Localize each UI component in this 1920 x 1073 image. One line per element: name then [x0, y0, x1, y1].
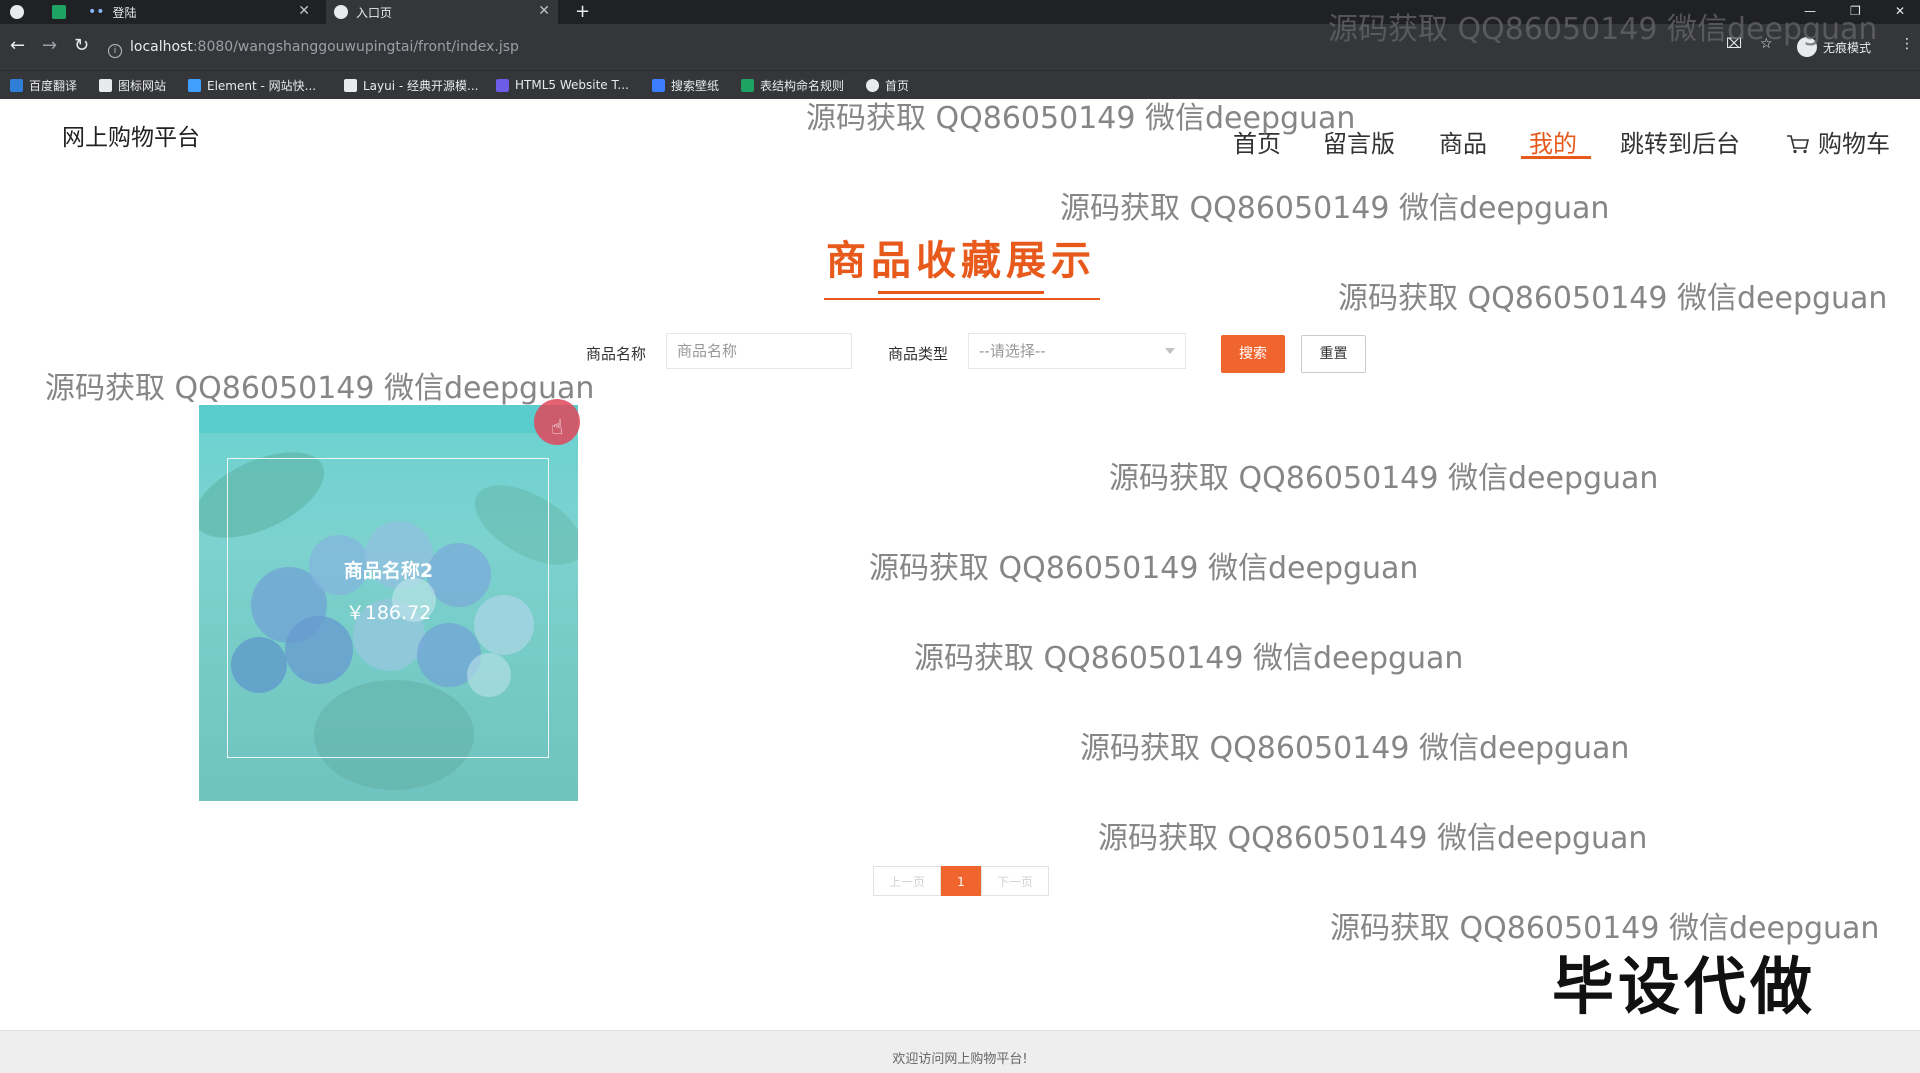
title-underline: [824, 298, 1100, 300]
nav-cart[interactable]: 购物车: [1786, 124, 1890, 159]
tab-title: 入口页: [356, 5, 393, 20]
tab-browser[interactable]: [10, 0, 36, 24]
nav-mine[interactable]: 我的: [1529, 124, 1577, 159]
browser-icon: [10, 5, 24, 19]
bookmark-label: Layui - 经典开源模...: [363, 78, 479, 93]
close-window-icon[interactable]: ✕: [1895, 0, 1905, 24]
wallpaper-icon: [652, 78, 665, 92]
reset-button[interactable]: 重置: [1301, 335, 1366, 373]
forward-icon[interactable]: →: [42, 36, 57, 56]
bookmark-label: 搜索壁纸: [671, 78, 720, 93]
url-host: localhost: [130, 39, 193, 55]
element-icon: [188, 78, 201, 92]
close-icon[interactable]: ✕: [298, 3, 310, 19]
bookmark-label: 图标网站: [118, 78, 167, 93]
bookmark-label: Element - 网站快...: [207, 78, 317, 93]
footer-text: 欢迎访问网上购物平台!: [892, 1052, 1028, 1067]
incognito-label: 无痕模式: [1823, 40, 1872, 55]
url-path: :8080/wangshanggouwupingtai/front/index.…: [192, 39, 519, 55]
tab-entry-page[interactable]: 入口页 ✕: [326, 0, 558, 24]
url-field[interactable]: i localhost:8080/wangshanggouwupingtai/fr…: [108, 34, 1708, 60]
page-1-button[interactable]: 1: [941, 866, 981, 896]
watermark: 源码获取 QQ86050149 微信deepguan: [45, 371, 595, 406]
watermark: 源码获取 QQ86050149 微信deepguan: [1338, 281, 1888, 316]
star-icon[interactable]: ☆: [1760, 36, 1773, 52]
translate-icon[interactable]: ⌧: [1726, 36, 1742, 52]
bookmark-item[interactable]: Element - 网站快...: [188, 71, 316, 99]
nav-admin[interactable]: 跳转到后台: [1620, 124, 1740, 159]
bookmark-item[interactable]: 百度翻译: [10, 71, 77, 99]
incognito-icon: [1797, 37, 1817, 57]
bookmark-label: 表结构命名规则: [760, 78, 845, 93]
promo-stamp: 毕设代做: [1551, 949, 1817, 1024]
tab-login[interactable]: •• 登陆 ✕: [88, 0, 318, 24]
browser-tab-bar: •• 登陆 ✕ 入口页 ✕ + — ❐ ✕: [0, 0, 1920, 24]
site-logo[interactable]: 网上购物平台: [62, 118, 200, 152]
cart-label: 购物车: [1818, 130, 1890, 158]
reload-icon[interactable]: ↻: [74, 36, 89, 56]
nav-products[interactable]: 商品: [1439, 124, 1487, 159]
green-app-icon: [52, 5, 66, 19]
next-page-button[interactable]: 下一页: [981, 866, 1049, 896]
tab-title: 登陆: [112, 5, 137, 20]
bookmark-label: HTML5 Website T...: [515, 78, 629, 92]
bookmark-label: 首页: [885, 78, 910, 93]
watermark: 源码获取 QQ86050149 微信deepguan: [1109, 461, 1659, 496]
bookmark-item[interactable]: 首页: [866, 71, 909, 99]
globe-icon: [334, 5, 348, 19]
section-title: 商品收藏展示: [826, 238, 1096, 284]
product-name: 商品名称2: [343, 560, 434, 582]
hand-cursor-icon: ☝: [551, 415, 564, 439]
menu-icon[interactable]: ⋮: [1900, 36, 1914, 52]
pagination: 上一页 1 下一页: [873, 866, 1049, 898]
product-price: ￥186.72: [345, 602, 432, 624]
nav-home[interactable]: 首页: [1233, 124, 1281, 159]
cart-icon: [1787, 135, 1810, 154]
bookmarks-bar: 百度翻译 图标网站 Element - 网站快... Layui - 经典开源模…: [0, 70, 1920, 99]
globe-icon: [866, 78, 879, 92]
prev-page-button[interactable]: 上一页: [873, 866, 941, 896]
dots-icon: ••: [88, 4, 105, 20]
translate-bookmark-icon: [10, 78, 23, 92]
info-icon[interactable]: i: [108, 44, 122, 58]
product-type-selected: --请选择--: [979, 342, 1046, 360]
product-type-select[interactable]: --请选择--: [968, 333, 1186, 369]
nav-active-underline: [1521, 156, 1591, 159]
watermark: 源码获取 QQ86050149 微信deepguan: [869, 551, 1419, 586]
close-icon[interactable]: ✕: [538, 3, 550, 19]
product-type-label: 商品类型: [888, 345, 949, 363]
flag-icon: [99, 78, 112, 92]
watermark: 源码获取 QQ86050149 微信deepguan: [1098, 821, 1648, 856]
bookmark-item[interactable]: 表结构命名规则: [741, 71, 844, 99]
watermark: 源码获取 QQ86050149 微信deepguan: [1080, 731, 1630, 766]
address-bar-row: ← → ↻ i localhost:8080/wangshanggouwuping…: [0, 24, 1920, 70]
watermark: 源码获取 QQ86050149 微信deepguan: [1060, 191, 1610, 226]
table-icon: [741, 78, 754, 92]
bookmark-label: 百度翻译: [29, 78, 78, 93]
minimize-icon[interactable]: —: [1804, 0, 1816, 24]
search-button[interactable]: 搜索: [1221, 335, 1285, 373]
bookmark-item[interactable]: 图标网站: [99, 71, 166, 99]
nav-message-board[interactable]: 留言版: [1323, 124, 1395, 159]
restore-icon[interactable]: ❐: [1850, 0, 1861, 24]
footer: 欢迎访问网上购物平台!: [0, 1030, 1920, 1073]
title-underline: [878, 291, 1044, 294]
bookmark-item[interactable]: 搜索壁纸: [652, 71, 719, 99]
product-name-input[interactable]: 商品名称: [666, 333, 852, 369]
chevron-down-icon: [1165, 348, 1175, 354]
product-card[interactable]: 商品名称2 ￥186.72: [199, 405, 578, 801]
new-tab-button[interactable]: +: [575, 0, 590, 24]
layui-icon: [344, 78, 357, 92]
bookmark-item[interactable]: Layui - 经典开源模...: [344, 71, 478, 99]
html5-icon: [496, 78, 509, 92]
tab-green-app[interactable]: [52, 0, 78, 24]
product-name-label: 商品名称: [586, 345, 647, 363]
bookmark-item[interactable]: HTML5 Website T...: [496, 71, 629, 99]
incognito-indicator[interactable]: 无痕模式: [1797, 36, 1871, 58]
back-icon[interactable]: ←: [10, 36, 25, 56]
watermark: 源码获取 QQ86050149 微信deepguan: [914, 641, 1464, 676]
